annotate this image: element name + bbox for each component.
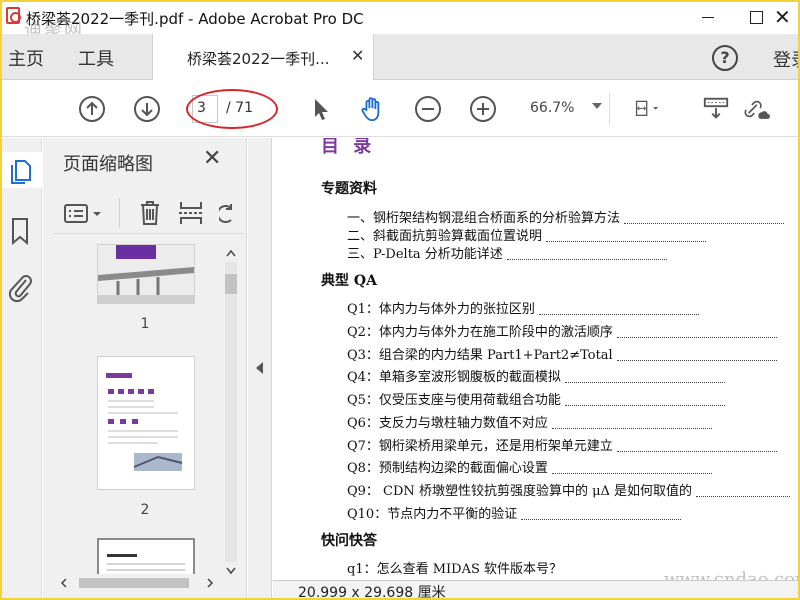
zoom-in-icon[interactable] [469,95,497,123]
toc-entry[interactable]: 二、斜截面抗剪验算截面位置说明 [347,225,790,243]
close-icon: ✕ [774,5,791,29]
thumbnail-1-image [98,245,194,303]
left-nav-column [2,138,42,598]
acrobat-icon [6,7,21,24]
rotate-icon[interactable] [219,198,235,228]
thumbnails-toolbar [53,194,243,234]
thumbnail-page-2[interactable] [97,356,195,490]
tab-bar: 主页 工具 桥梁荟2022一季刊... ✕ ? 登录 [2,34,798,80]
thumbnail-page-1[interactable] [97,244,195,304]
toc-entry[interactable]: Q9： CDN 桥墩塑性铰抗剪强度验算中的 μΔ 是如何取值的 [347,480,790,498]
toolbar: 3 / 71 66.7% [2,81,798,137]
scroll-right-icon[interactable] [205,577,215,589]
thumbnail-page-number: 2 [140,502,150,518]
toc-entry[interactable]: Q5：仅受压支座与使用荷载组合功能 [347,389,790,407]
previous-page-icon[interactable] [78,95,106,123]
collapse-arrow-icon[interactable] [256,362,263,374]
trash-icon[interactable] [137,198,163,228]
page-thumbnails-icon[interactable] [8,158,34,186]
highlight-ellipse [186,89,278,129]
close-panel-icon[interactable]: ✕ [203,146,221,171]
status-bar: 20.999 x 29.698 厘米 [273,580,798,600]
section-title: 典型 QA [321,273,377,289]
chevron-down-icon[interactable] [592,103,602,109]
thumbnails-horizontal-scrollbar[interactable] [57,574,237,592]
thumbnail-3-image [99,540,193,574]
toc-entry[interactable]: 三、P-Delta 分析功能详述 [347,243,790,261]
app-window: 桥梁荟2022一季刊.pdf - Adobe Acrobat Pro DC 迪聚… [0,0,800,600]
fit-page-icon[interactable] [634,95,662,123]
zoom-level[interactable]: 66.7% [530,100,574,116]
toc-entry[interactable]: 一、钢桁架结构钢混组合桥面系的分析验算方法 [347,207,790,225]
scroll-left-icon[interactable] [59,577,69,589]
thumbnails-list: 1 2 [43,244,247,574]
toc-entry[interactable]: Q6：支反力与墩柱轴力数值不对应 [347,412,790,430]
thumbnail-page-3[interactable] [97,538,195,574]
next-page-icon[interactable] [133,95,161,123]
toc-entry[interactable]: Q4：单箱多室波形钢腹板的截面模拟 [347,366,790,384]
thumbnails-panel-title: 页面缩略图 [63,154,153,175]
extract-pages-icon[interactable] [177,198,205,228]
close-window-button[interactable]: ✕ [760,4,798,30]
title-bar: 桥梁荟2022一季刊.pdf - Adobe Acrobat Pro DC 迪聚… [2,2,798,41]
thumbnail-options-icon[interactable] [63,202,107,226]
thumbnails-vertical-scrollbar[interactable] [221,248,241,578]
share-link-icon[interactable] [742,95,770,123]
pdf-page: 目 录 专题资料 一、钢桁架结构钢混组合桥面系的分析验算方法 二、斜截面抗剪验算… [273,138,798,580]
zoom-out-icon[interactable] [414,95,442,123]
toolbar-divider [609,93,610,125]
select-cursor-icon[interactable] [306,95,334,123]
toc-entry[interactable]: Q10：节点内力不平衡的验证 [347,503,790,521]
scroll-up-icon[interactable] [225,248,237,258]
section-title: 快问快答 [321,533,377,549]
bookmark-icon[interactable] [8,216,32,246]
page-size: 20.999 x 29.698 厘米 [298,585,446,600]
document-tab-label: 桥梁荟2022一季刊... [187,50,330,68]
scroll-track [225,262,237,562]
toc-heading: 目 录 [321,138,376,157]
toc-entry[interactable]: Q8：预制结构边梁的截面偏心设置 [347,457,790,475]
hand-tool-icon[interactable] [358,95,386,123]
scroll-thumb[interactable] [79,578,189,588]
document-view[interactable]: 目 录 专题资料 一、钢桁架结构钢混组合桥面系的分析验算方法 二、斜截面抗剪验算… [273,138,798,580]
toc-entry[interactable]: Q2：体内力与体外力在施工阶段中的激活顺序 [347,321,790,339]
help-icon[interactable]: ? [712,45,738,71]
thumbnail-page-number: 1 [140,316,150,332]
panel-collapse-strip[interactable] [248,138,272,598]
thumbnail-2-image [98,357,194,489]
tab-tools[interactable]: 工具 [78,45,114,71]
scan-ocr-icon[interactable] [702,95,730,123]
section-title: 专题资料 [321,181,377,197]
tab-document[interactable]: 桥梁荟2022一季刊... ✕ [152,34,374,80]
scroll-thumb[interactable] [225,274,237,294]
tab-home[interactable]: 主页 [8,45,44,71]
minimize-button[interactable] [688,4,728,30]
toc-entry[interactable]: Q7：钢桁梁桥用梁单元，还是用桁架单元建立 [347,435,790,453]
thumbnails-panel: 页面缩略图 ✕ 1 2 [43,138,247,598]
close-tab-icon[interactable]: ✕ [351,46,364,65]
toc-entry[interactable]: Q1：体内力与体外力的张拉区别 [347,298,790,316]
attachment-icon[interactable] [6,270,34,304]
login-button[interactable]: 登录 [773,46,798,72]
tools-divider [119,198,120,228]
toc-entry[interactable]: Q3：组合梁的内力结果 Part1+Part2≠Total [347,344,790,362]
